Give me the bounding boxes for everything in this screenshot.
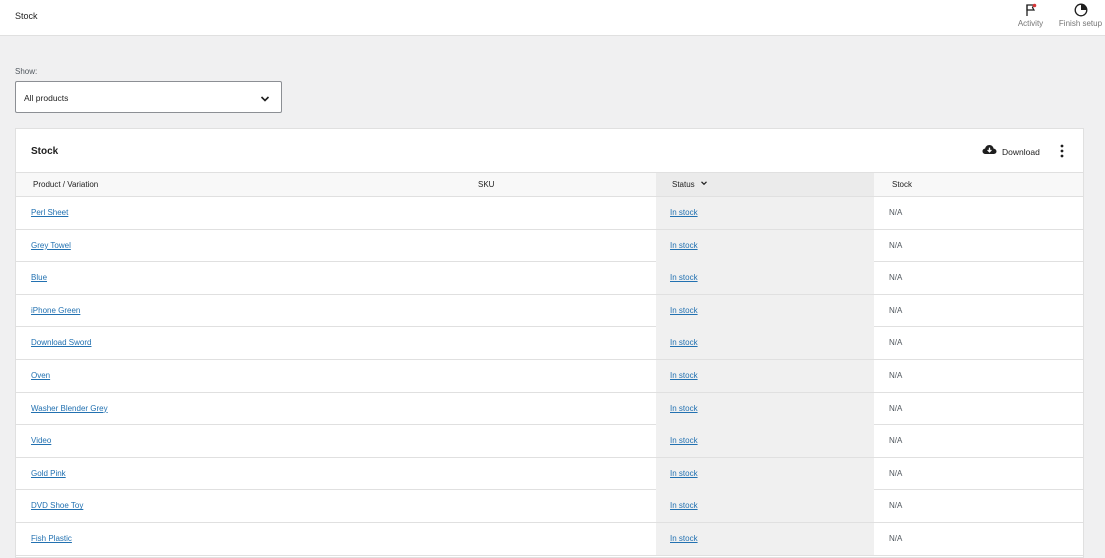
column-header-status-label: Status xyxy=(672,180,695,189)
activity-button[interactable]: Activity xyxy=(1015,3,1046,33)
column-header-status[interactable]: Status xyxy=(656,173,874,196)
status-link[interactable]: In stock xyxy=(670,371,698,380)
product-link[interactable]: Washer Blender Grey xyxy=(31,404,108,413)
stock-table: Product / Variation SKU Status Stock Per… xyxy=(16,172,1083,556)
status-link[interactable]: In stock xyxy=(670,273,698,282)
stock-value: N/A xyxy=(889,468,903,478)
status-link[interactable]: In stock xyxy=(670,338,698,347)
product-link[interactable]: Download Sword xyxy=(31,338,91,347)
status-link[interactable]: In stock xyxy=(670,306,698,315)
column-header-sku[interactable]: SKU xyxy=(478,173,494,196)
card-title: Stock xyxy=(31,146,59,157)
stock-value: N/A xyxy=(889,208,903,217)
stock-value: N/A xyxy=(889,501,903,511)
stock-value: N/A xyxy=(889,273,903,283)
product-link[interactable]: Grey Towel xyxy=(31,241,71,250)
activity-label: Activity xyxy=(1017,19,1044,28)
table-body: Perl Sheet In stock N/A Grey Towel In st… xyxy=(16,197,1083,556)
table-row: DVD Shoe Toy In stock N/A xyxy=(16,490,1083,523)
table-row: Gold Pink In stock N/A xyxy=(16,457,1083,491)
table-row: iPhone Green In stock N/A xyxy=(16,294,1083,328)
show-label: Show: xyxy=(15,67,38,76)
product-link[interactable]: Gold Pink xyxy=(31,469,66,478)
stock-card: Stock Download Product / Variation SKU S… xyxy=(15,128,1084,558)
stock-value: N/A xyxy=(889,305,903,315)
stock-value: N/A xyxy=(889,436,903,446)
status-link[interactable]: In stock xyxy=(670,534,698,543)
stock-value: N/A xyxy=(889,403,903,413)
table-row: Fish Plastic In stock N/A xyxy=(16,522,1083,556)
product-link[interactable]: Video xyxy=(31,436,51,445)
show-select-value: All products xyxy=(24,93,69,103)
status-link[interactable]: In stock xyxy=(670,501,698,510)
product-link[interactable]: Perl Sheet xyxy=(31,208,68,217)
vertical-ellipsis-icon xyxy=(1056,144,1068,163)
page-title: Stock xyxy=(15,11,38,21)
column-header-product[interactable]: Product / Variation xyxy=(33,173,98,196)
finish-setup-button[interactable]: Finish setup xyxy=(1057,3,1104,33)
table-row: Download Sword In stock N/A xyxy=(16,327,1083,360)
chevron-down-icon xyxy=(700,173,708,196)
status-link[interactable]: In stock xyxy=(670,241,698,250)
chevron-down-icon xyxy=(259,92,271,110)
table-header: Product / Variation SKU Status Stock xyxy=(16,172,1083,197)
table-row: Perl Sheet In stock N/A xyxy=(16,197,1083,230)
product-link[interactable]: iPhone Green xyxy=(31,306,80,315)
show-select[interactable]: All products xyxy=(15,81,282,113)
more-options-button[interactable] xyxy=(1056,143,1068,159)
table-row: Washer Blender Grey In stock N/A xyxy=(16,392,1083,426)
download-button[interactable]: Download xyxy=(982,143,1040,161)
stock-value: N/A xyxy=(889,370,903,380)
status-link[interactable]: In stock xyxy=(670,404,698,413)
status-link[interactable]: In stock xyxy=(670,208,698,217)
progress-circle-icon xyxy=(1074,3,1088,17)
flag-icon xyxy=(1024,3,1038,17)
product-link[interactable]: Blue xyxy=(31,273,47,282)
table-row: Blue In stock N/A xyxy=(16,262,1083,295)
table-row: Grey Towel In stock N/A xyxy=(16,229,1083,263)
product-link[interactable]: DVD Shoe Toy xyxy=(31,501,83,510)
status-link[interactable]: In stock xyxy=(670,469,698,478)
download-label: Download xyxy=(1002,147,1040,157)
stock-value: N/A xyxy=(889,533,903,543)
product-link[interactable]: Oven xyxy=(31,371,50,380)
product-link[interactable]: Fish Plastic xyxy=(31,534,72,543)
stock-value: N/A xyxy=(889,338,903,348)
status-link[interactable]: In stock xyxy=(670,436,698,445)
stock-value: N/A xyxy=(889,240,903,250)
table-row: Oven In stock N/A xyxy=(16,359,1083,393)
finish-setup-label: Finish setup xyxy=(1058,19,1103,28)
cloud-download-icon xyxy=(982,143,997,161)
table-row: Video In stock N/A xyxy=(16,425,1083,458)
column-header-stock[interactable]: Stock xyxy=(892,173,912,196)
top-bar: Stock Activity Finish setup xyxy=(0,0,1105,36)
